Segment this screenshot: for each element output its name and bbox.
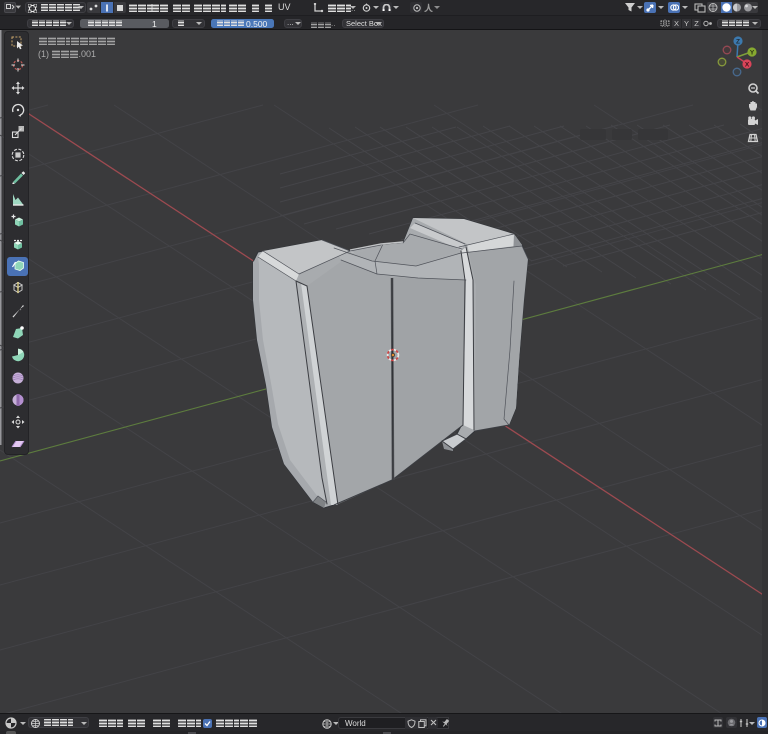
svg-text:Y: Y xyxy=(750,50,755,57)
svg-text:Z: Z xyxy=(736,39,740,46)
svg-text:X: X xyxy=(745,62,750,69)
